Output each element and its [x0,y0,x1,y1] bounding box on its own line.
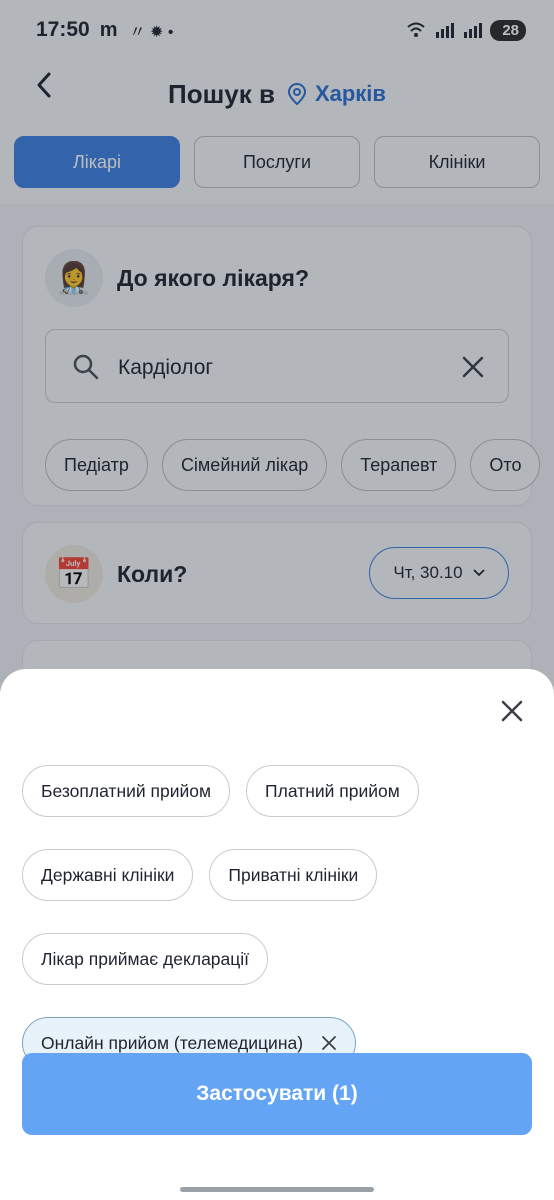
filter-chip-private[interactable]: Приватні клініки [209,849,378,901]
filter-chip-online-label: Онлайн прийом (телемедицина) [41,1032,304,1053]
filter-sheet: Безоплатний прийом Платний прийом Держав… [0,669,554,1200]
filter-chip-free[interactable]: Безоплатний прийом [22,765,231,817]
filter-chip-paid[interactable]: Платний прийом [246,765,419,817]
home-indicator[interactable] [180,1187,374,1192]
filter-chip-state[interactable]: Державні клініки [22,849,194,901]
filter-chip-declarations[interactable]: Лікар приймає декларації [22,933,269,985]
apply-button[interactable]: Застосувати (1) [22,1053,532,1135]
remove-filter-icon[interactable] [321,1035,337,1051]
filter-chips: Безоплатний прийом Платний прийом Держав… [22,765,532,1069]
close-icon[interactable] [498,697,526,725]
